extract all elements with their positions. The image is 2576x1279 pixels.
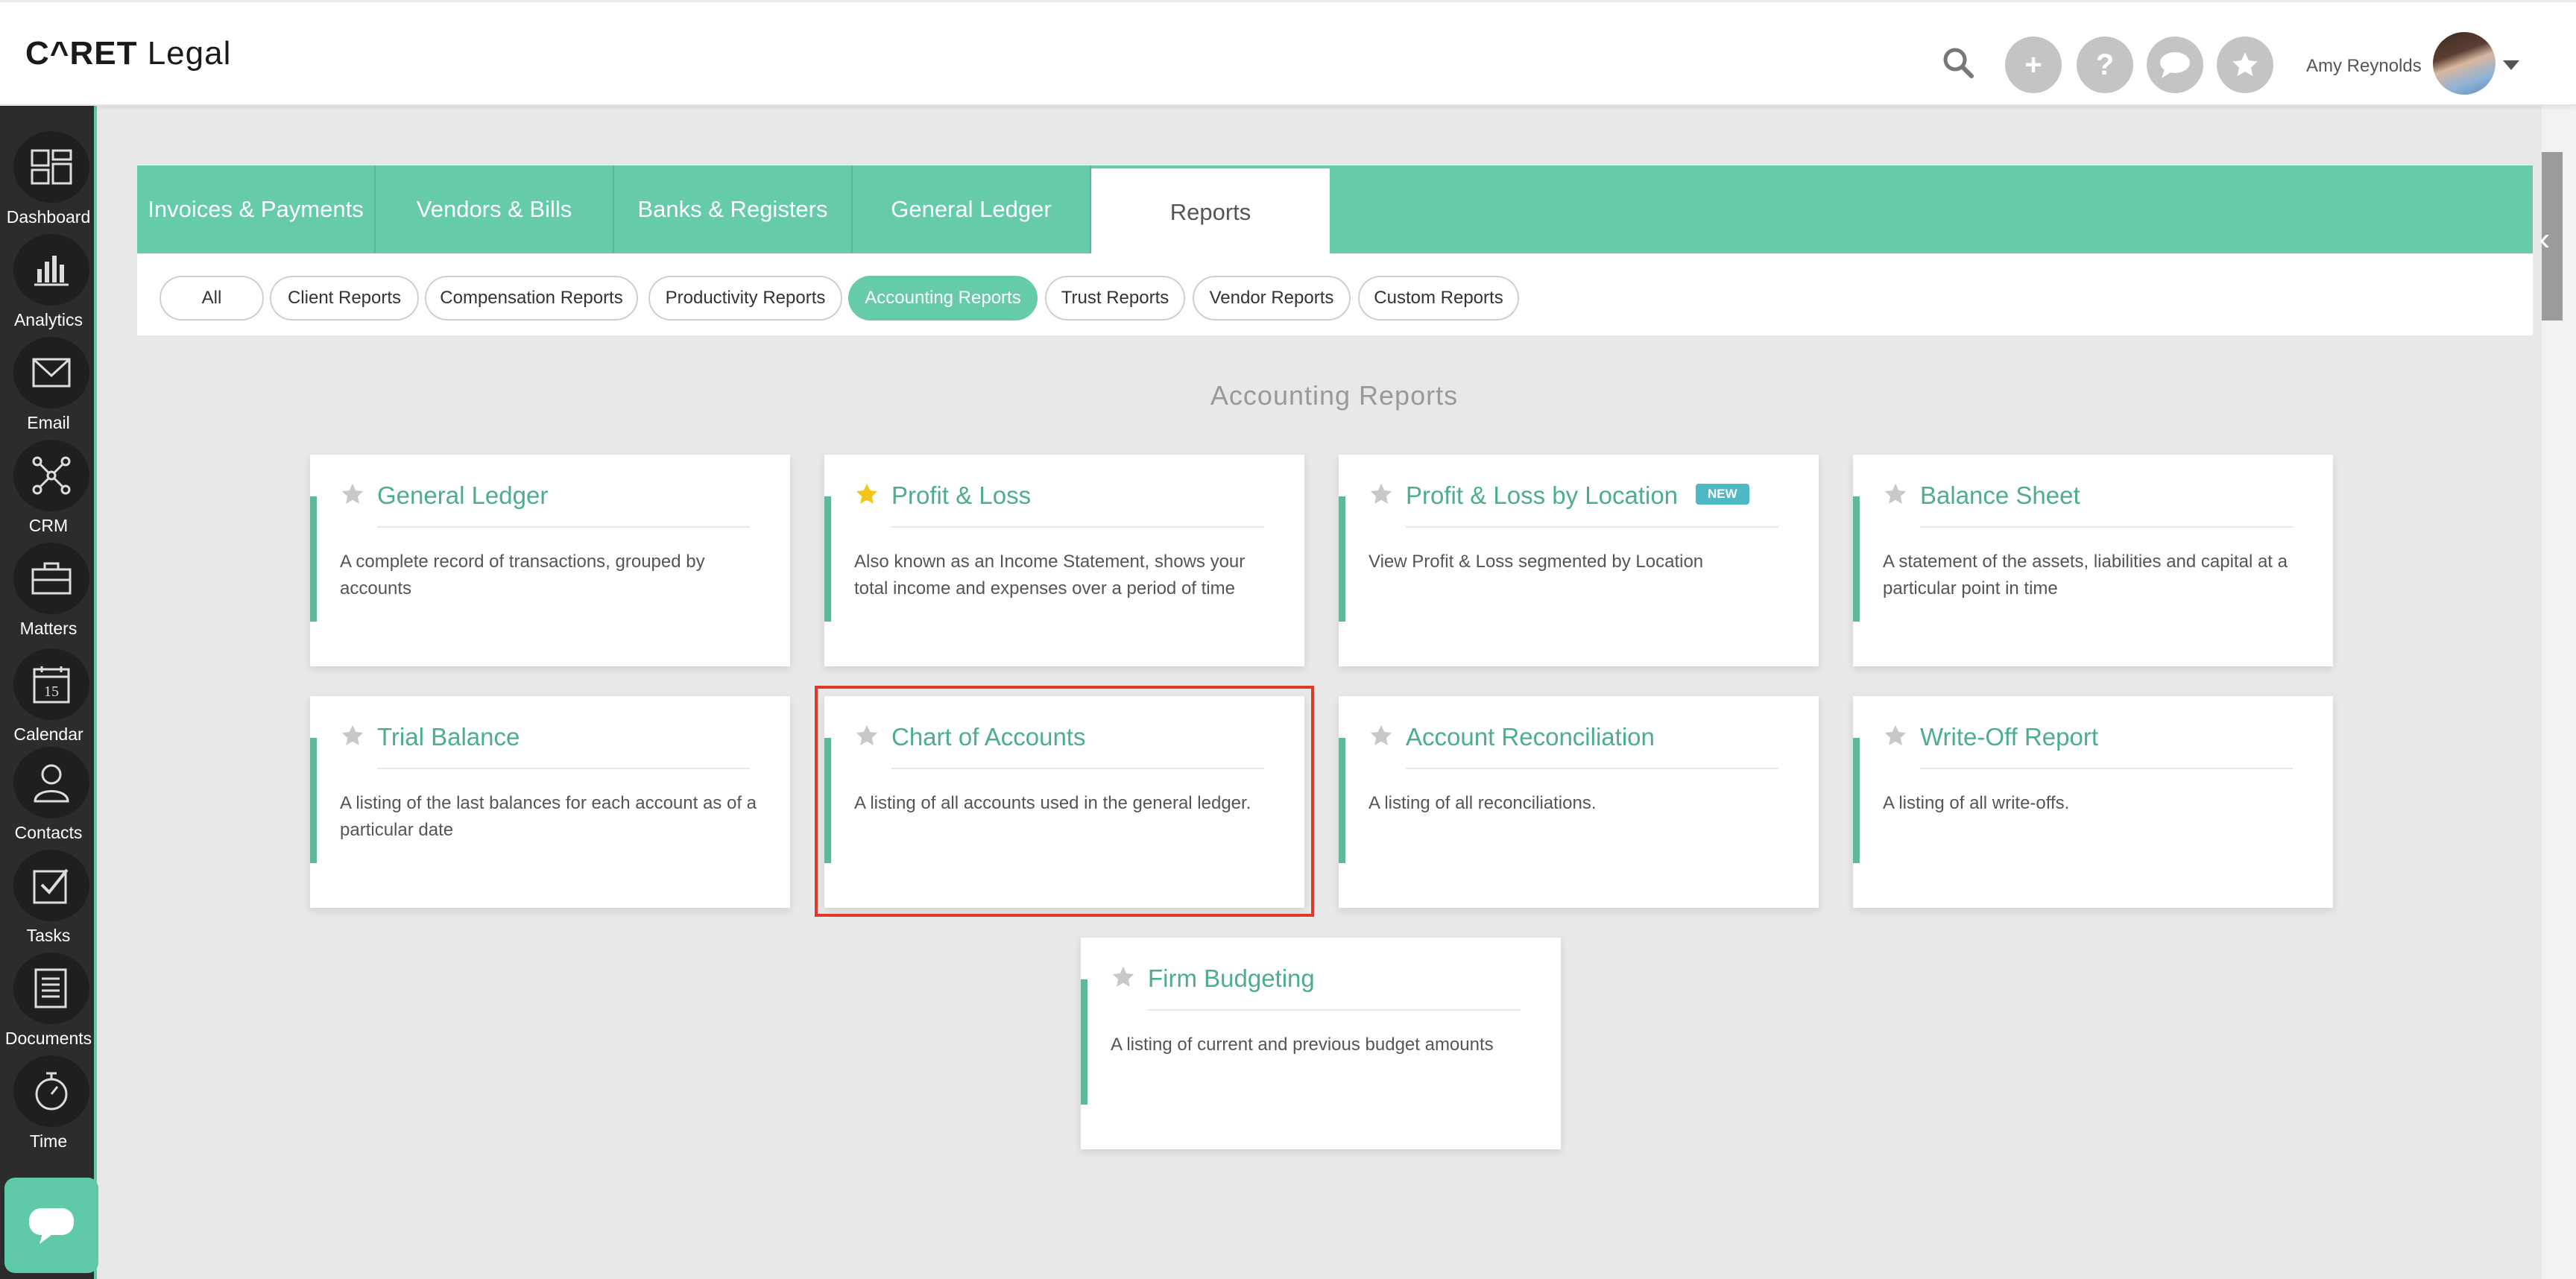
sidebar-item-analytics[interactable]: Analytics — [0, 228, 94, 331]
report-card-account-reconciliation[interactable]: Account Reconciliation A listing of all … — [1339, 696, 1819, 908]
card-title[interactable]: Profit & Loss by Location — [1406, 481, 1678, 509]
report-card-chart-of-accounts[interactable]: Chart of Accounts A listing of all accou… — [824, 696, 1304, 908]
sidebar-item-matters[interactable]: Matters — [0, 537, 94, 640]
card-title[interactable]: Profit & Loss — [891, 481, 1031, 510]
card-title[interactable]: Firm Budgeting — [1148, 964, 1315, 993]
chat-icon — [2160, 52, 2190, 78]
chat-bubble-icon — [29, 1208, 74, 1244]
report-card-balance-sheet[interactable]: Balance Sheet A statement of the assets,… — [1853, 455, 2333, 666]
card-title[interactable]: Write-Off Report — [1920, 723, 2098, 751]
help-button[interactable]: ? — [2077, 37, 2133, 93]
svg-text:15: 15 — [44, 683, 59, 700]
chevron-down-icon[interactable] — [2503, 60, 2519, 70]
add-button[interactable]: + — [2005, 37, 2062, 93]
app-logo[interactable]: C^RET Legal — [25, 35, 231, 72]
top-header: C^RET Legal + ? Amy Reynolds — [0, 0, 2576, 106]
sidebar-item-documents[interactable]: Documents — [0, 947, 94, 1049]
report-filters: All Client Reports Compensation Reports … — [137, 253, 2533, 335]
star-icon[interactable] — [1368, 481, 1394, 507]
star-filled-icon[interactable] — [854, 481, 880, 507]
dashboard-icon — [13, 131, 89, 203]
filter-vendor-reports[interactable]: Vendor Reports — [1193, 276, 1351, 320]
help-icon: ? — [2095, 48, 2115, 81]
tab-vendors-bills[interactable]: Vendors & Bills — [376, 165, 614, 253]
card-title[interactable]: Account Reconciliation — [1406, 723, 1655, 751]
avatar[interactable] — [2433, 32, 2496, 95]
tab-invoices-payments[interactable]: Invoices & Payments — [137, 165, 376, 253]
documents-icon — [13, 953, 89, 1024]
card-title[interactable]: General Ledger — [377, 481, 548, 510]
main-tabs: Invoices & Payments Vendors & Bills Bank… — [137, 165, 2533, 256]
star-icon[interactable] — [340, 481, 365, 507]
card-description: A statement of the assets, liabilities a… — [1883, 552, 2288, 599]
report-card-trial-balance[interactable]: Trial Balance A listing of the last bala… — [310, 696, 790, 908]
email-icon — [13, 337, 89, 408]
favorites-button[interactable] — [2217, 37, 2273, 93]
sidebar-item-dashboard[interactable]: Dashboard — [0, 125, 94, 228]
tab-general-ledger[interactable]: General Ledger — [853, 165, 1091, 253]
sidebar-item-email[interactable]: Email — [0, 331, 94, 434]
live-chat-button[interactable] — [4, 1178, 98, 1273]
star-icon[interactable] — [340, 723, 365, 748]
card-description: A listing of current and previous budget… — [1111, 1035, 1494, 1055]
stopwatch-icon — [13, 1055, 89, 1127]
filter-client-reports[interactable]: Client Reports — [270, 276, 419, 320]
filter-trust-reports[interactable]: Trust Reports — [1045, 276, 1185, 320]
analytics-icon — [13, 234, 89, 306]
report-card-profit-loss[interactable]: Profit & Loss Also known as an Income St… — [824, 455, 1304, 666]
filter-all[interactable]: All — [160, 276, 264, 320]
star-icon[interactable] — [1368, 723, 1394, 748]
filter-productivity-reports[interactable]: Productivity Reports — [648, 276, 842, 320]
star-icon[interactable] — [1883, 481, 1908, 507]
page-scrollbar[interactable] — [2542, 106, 2576, 1279]
card-description: A complete record of transactions, group… — [340, 552, 705, 599]
report-card-general-ledger[interactable]: General Ledger A complete record of tran… — [310, 455, 790, 666]
star-icon[interactable] — [854, 723, 880, 748]
sidebar-item-tasks[interactable]: Tasks — [0, 844, 94, 947]
user-name[interactable]: Amy Reynolds — [2306, 56, 2422, 77]
card-title[interactable]: Chart of Accounts — [891, 723, 1085, 751]
card-description: A listing of all accounts used in the ge… — [854, 793, 1251, 813]
sidebar-item-contacts[interactable]: Contacts — [0, 741, 94, 844]
chevron-left-icon[interactable]: ‹ — [2536, 213, 2554, 265]
search-icon[interactable] — [1941, 45, 1975, 80]
report-card-firm-budgeting[interactable]: Firm Budgeting A listing of current and … — [1081, 938, 1561, 1149]
card-title[interactable]: Balance Sheet — [1920, 481, 2080, 510]
calendar-icon: 15 — [13, 648, 89, 720]
sidebar-item-calendar[interactable]: 15 Calendar — [0, 642, 94, 745]
star-icon[interactable] — [1111, 964, 1136, 990]
sidebar-item-time[interactable]: Time — [0, 1049, 94, 1152]
card-description: A listing of all write-offs. — [1883, 793, 2070, 813]
filter-custom-reports[interactable]: Custom Reports — [1358, 276, 1519, 320]
star-icon — [2232, 52, 2258, 77]
tab-banks-registers[interactable]: Banks & Registers — [614, 165, 853, 253]
report-card-write-off-report[interactable]: Write-Off Report A listing of all write-… — [1853, 696, 2333, 908]
card-description: A listing of all reconciliations. — [1368, 793, 1597, 813]
card-description: A listing of the last balances for each … — [340, 793, 757, 840]
sidebar-item-crm[interactable]: CRM — [0, 434, 94, 537]
contacts-icon — [13, 747, 89, 818]
tasks-icon — [13, 850, 89, 921]
messages-button[interactable] — [2147, 37, 2203, 93]
tab-reports[interactable]: Reports — [1091, 168, 1330, 256]
briefcase-icon — [13, 543, 89, 614]
card-description: View Profit & Loss segmented by Location — [1368, 552, 1704, 572]
report-card-profit-loss-by-location[interactable]: Profit & Loss by Location NEW View Profit… — [1339, 455, 1819, 666]
section-title: Accounting Reports — [1210, 380, 1459, 411]
filter-accounting-reports[interactable]: Accounting Reports — [848, 276, 1038, 320]
filter-compensation-reports[interactable]: Compensation Reports — [425, 276, 638, 320]
star-icon[interactable] — [1883, 723, 1908, 748]
sidebar: Dashboard Analytics Email CRM Matters 15… — [0, 106, 97, 1279]
crm-icon — [13, 440, 89, 511]
new-badge: NEW — [1696, 484, 1749, 505]
plus-icon: + — [2024, 48, 2042, 81]
card-title[interactable]: Trial Balance — [377, 723, 520, 751]
card-description: Also known as an Income Statement, shows… — [854, 552, 1246, 599]
